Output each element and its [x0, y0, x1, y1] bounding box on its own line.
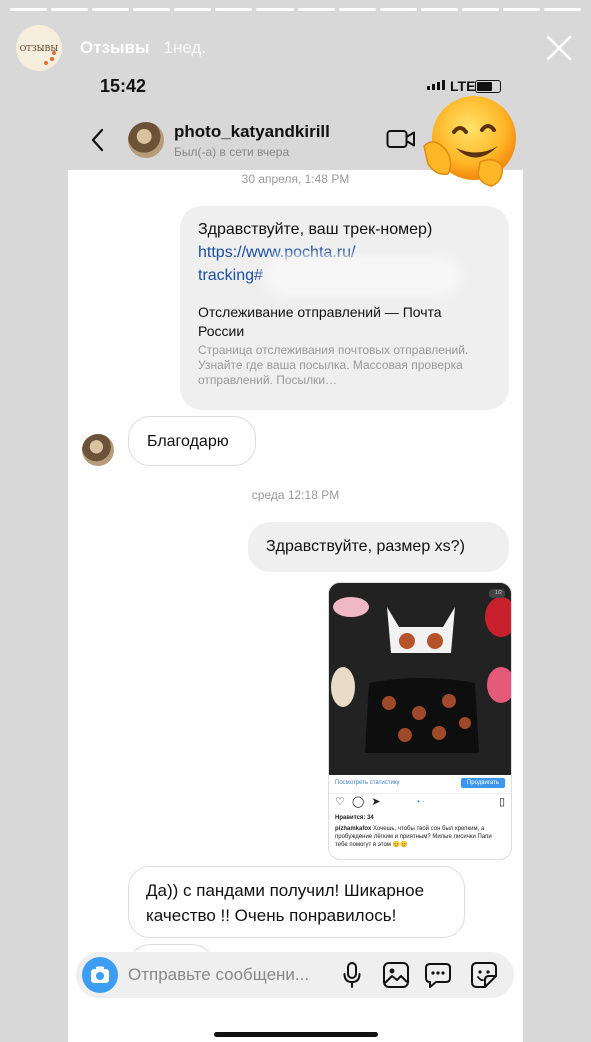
- incoming-message[interactable]: Благодарю: [128, 416, 256, 466]
- sender-avatar: [82, 434, 114, 466]
- outgoing-message-link[interactable]: Здравствуйте, ваш трек-номер) https://ww…: [180, 206, 509, 410]
- contact-status: Был(-а) в сети вчера: [174, 145, 290, 159]
- post-caption: pizhamkafox Хочешь, чтобы твой сон был к…: [335, 825, 505, 849]
- video-call-icon[interactable]: [386, 128, 416, 150]
- story-time-ago: 1нед.: [163, 38, 207, 57]
- post-actions: ♡ ◯ ➤ • · ▯: [335, 795, 505, 813]
- contact-username[interactable]: photo_katyandkirill: [174, 122, 330, 142]
- story-viewer: ОТЗЫВЫ Отзывы 1нед. 15:42 LTE photo_katy…: [0, 0, 591, 1042]
- redacted-tracking-number: [272, 264, 452, 288]
- heart-icon[interactable]: ♡: [335, 796, 345, 808]
- signal-icon: [427, 80, 445, 90]
- post-photo: [329, 583, 511, 775]
- sticker-icon[interactable]: [470, 961, 498, 989]
- share-icon[interactable]: ➤: [371, 796, 380, 808]
- comment-icon[interactable]: ◯: [352, 796, 364, 808]
- close-icon[interactable]: [545, 34, 573, 62]
- contact-avatar[interactable]: [128, 122, 164, 158]
- back-chevron-icon[interactable]: [90, 128, 106, 152]
- carousel-dots: • ·: [417, 797, 425, 806]
- message-composer[interactable]: Отправьте сообщени...: [76, 952, 514, 998]
- home-indicator: [214, 1032, 378, 1037]
- story-progress-bar: [10, 8, 582, 11]
- bookmark-icon[interactable]: ▯: [499, 795, 505, 808]
- view-stats-link[interactable]: Посмотреть статистику: [335, 780, 400, 786]
- story-account-name[interactable]: Отзывы: [80, 38, 150, 58]
- gallery-icon[interactable]: [382, 961, 410, 989]
- caption-username: pizhamkafox: [335, 826, 372, 832]
- tracking-url[interactable]: https://www.pochta.ru/: [198, 241, 491, 264]
- outgoing-message[interactable]: Здравствуйте, размер xs?): [248, 522, 509, 572]
- story-header: ОТЗЫВЫ Отзывы 1нед.: [16, 24, 575, 72]
- message-text: Здравствуйте, ваш трек-номер): [198, 221, 433, 238]
- microphone-icon[interactable]: [342, 961, 362, 989]
- post-likes: Нравится: 34: [335, 815, 374, 821]
- chat-thread[interactable]: 30 апреля, 1:48 PM Здравствуйте, ваш тре…: [68, 170, 523, 1042]
- status-clock: 15:42: [100, 76, 147, 96]
- date-separator: среда 12:18 PM: [251, 488, 340, 502]
- chat-bubble-icon[interactable]: [424, 961, 452, 989]
- link-preview-title: Отслеживание отправлений — Почта России: [198, 304, 442, 339]
- camera-button[interactable]: [82, 957, 118, 993]
- promote-button[interactable]: Продвигать: [460, 778, 505, 788]
- camera-icon: [91, 966, 109, 983]
- hugging-face-emoji: [423, 96, 516, 187]
- link-preview-description: Страница отслеживания почтовых отправлен…: [198, 343, 469, 387]
- message-input[interactable]: Отправьте сообщени...: [128, 965, 309, 985]
- post-insights-bar: Посмотреть статистику Продвигать: [329, 775, 511, 794]
- carousel-counter: 1/2: [495, 590, 502, 596]
- shared-post[interactable]: 1/2 Посмотреть статистику Продвигать ♡ ◯…: [328, 582, 512, 860]
- incoming-message[interactable]: Да)) с пандами получил! Шикарное качеств…: [128, 866, 465, 938]
- story-avatar[interactable]: ОТЗЫВЫ: [16, 25, 62, 71]
